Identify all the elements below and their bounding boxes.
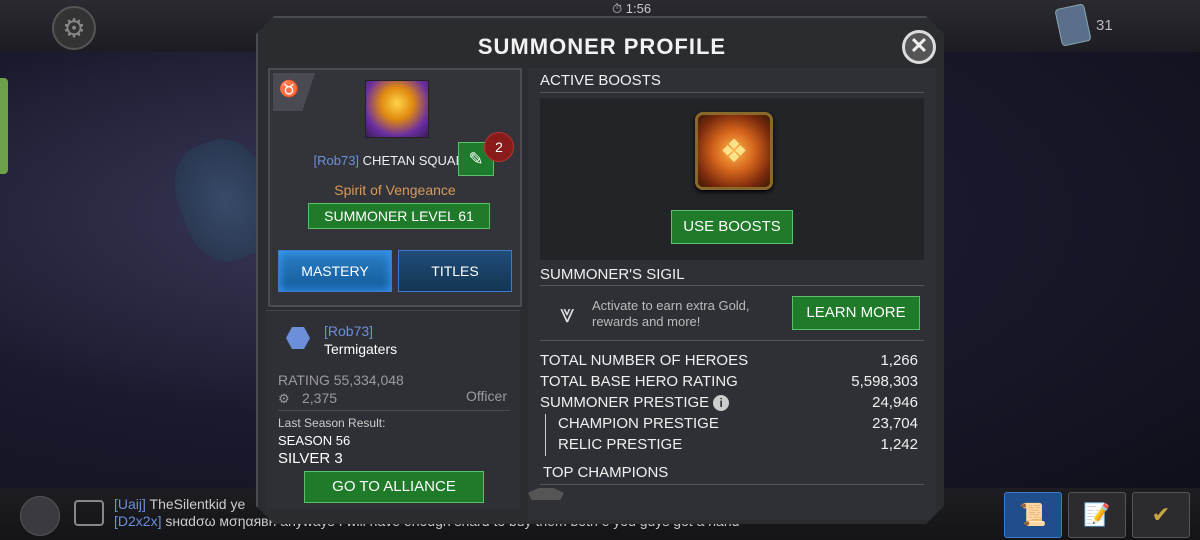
alliance-name: Termigaters — [324, 341, 398, 357]
chat-user: TheSilentkid — [149, 496, 227, 512]
alliance-emblem-icon — [286, 327, 310, 349]
active-boosts-box: ❖ USE BOOSTS — [540, 98, 924, 260]
learn-more-button[interactable]: LEARN MORE — [792, 296, 920, 330]
settings-gear-icon[interactable]: ⚙ — [52, 6, 96, 50]
stat-label: SUMMONER PRESTIGE i — [540, 394, 730, 412]
checklist-icon[interactable]: ✔ — [1132, 492, 1190, 538]
summoner-name: [Rob73] CHETAN SQUAD — [270, 153, 466, 168]
chat-tag: [Uaij] — [114, 496, 146, 512]
alliance-members: 2,375 — [302, 390, 338, 406]
stat-value: 24,946 — [872, 394, 918, 411]
stat-total-heroes: TOTAL NUMBER OF HEROES 1,266 — [540, 352, 918, 372]
notes-icon[interactable]: 📝 — [1068, 492, 1126, 538]
stat-relic-prestige: RELIC PRESTIGE 1,242 — [540, 436, 918, 456]
stat-value: 23,704 — [872, 415, 918, 432]
bottom-nav: 📜 📝 ✔ — [1004, 492, 1190, 538]
season-number: SEASON 56 — [278, 433, 351, 448]
card-count[interactable]: 31 — [1054, 3, 1113, 47]
timer-readout: ⏱ 1:56 — [612, 1, 652, 16]
close-icon[interactable]: ✕ — [902, 30, 936, 64]
sigil-header: SUMMONER'S SIGIL — [540, 266, 685, 283]
quest-scroll-icon[interactable]: 📜 — [1004, 492, 1062, 538]
chat-tag: [D2x2x] — [114, 513, 162, 529]
active-boosts-header: ACTIVE BOOSTS — [540, 72, 661, 89]
titles-button[interactable]: TITLES — [398, 250, 512, 292]
members-icon: ⚙ — [278, 391, 290, 406]
stat-value: 1,266 — [880, 352, 918, 369]
summoner-name-text: CHETAN SQUAD — [362, 153, 465, 168]
mystic-class-icon: ♉ — [273, 73, 315, 111]
stat-label: CHAMPION PRESTIGE — [558, 415, 719, 432]
stat-base-hero-rating: TOTAL BASE HERO RATING 5,598,303 — [540, 373, 918, 393]
season-tier: SILVER 3 — [278, 450, 343, 467]
divider — [540, 484, 924, 485]
divider — [540, 285, 924, 286]
mastery-button[interactable]: MASTERY — [278, 250, 392, 292]
stat-label: TOTAL NUMBER OF HEROES — [540, 352, 749, 369]
alliance-rating: RATING 55,334,048 — [278, 372, 404, 388]
go-to-alliance-button[interactable]: GO TO ALLIANCE — [304, 471, 484, 503]
summoner-profile-modal: SUMMONER PROFILE ✕ ♉ [Rob73] CHETAN SQUA… — [256, 16, 944, 524]
card-icon — [1054, 3, 1092, 47]
stat-value: 5,598,303 — [851, 373, 918, 390]
stat-value: 1,242 — [880, 436, 918, 453]
modal-title: SUMMONER PROFILE — [477, 34, 727, 59]
card-count-value: 31 — [1096, 16, 1113, 34]
stat-label-text: SUMMONER PRESTIGE — [540, 394, 710, 411]
chat-bubble-icon[interactable] — [74, 500, 104, 526]
stat-label: RELIC PRESTIGE — [558, 436, 683, 453]
last-season-label: Last Season Result: — [278, 416, 386, 430]
chat-text: ye — [230, 496, 246, 512]
sigil-description: Activate to earn extra Gold, rewards and… — [592, 298, 750, 329]
stats-panel: ACTIVE BOOSTS ❖ USE BOOSTS SUMMONER'S SI… — [528, 68, 936, 520]
summoner-title: Spirit of Vengeance — [334, 182, 456, 198]
summoner-alliance-tag: [Rob73] — [313, 153, 360, 168]
use-boosts-button[interactable]: USE BOOSTS — [671, 210, 793, 244]
alliance-tag: [Rob73] — [324, 323, 374, 339]
divider — [540, 92, 924, 93]
info-icon[interactable]: i — [713, 395, 730, 412]
summoner-level: SUMMONER LEVEL 61 — [308, 203, 490, 229]
chat-channel-button[interactable] — [20, 496, 60, 536]
notification-badge: 2 — [484, 132, 514, 162]
alliance-role: Officer — [466, 388, 507, 404]
divider — [278, 410, 510, 411]
alliance-card: [Rob73] Termigaters RATING 55,334,048 ⚙ … — [266, 310, 520, 509]
divider — [540, 340, 924, 341]
stat-summoner-prestige: SUMMONER PRESTIGE i 24,946 — [540, 394, 918, 414]
summoner-avatar[interactable] — [365, 80, 429, 138]
top-champions-header: TOP CHAMPIONS — [543, 464, 669, 481]
boost-emblem-icon[interactable]: ❖ — [695, 112, 773, 190]
profile-card: ♉ [Rob73] CHETAN SQUAD ✎ 2 Spirit of Ven… — [268, 68, 522, 307]
sigil-chevron-icon: ⩔ — [559, 298, 575, 328]
stat-champion-prestige: CHAMPION PRESTIGE 23,704 — [540, 415, 918, 435]
stat-label: TOTAL BASE HERO RATING — [540, 373, 738, 390]
side-tab-handle[interactable] — [0, 78, 8, 174]
